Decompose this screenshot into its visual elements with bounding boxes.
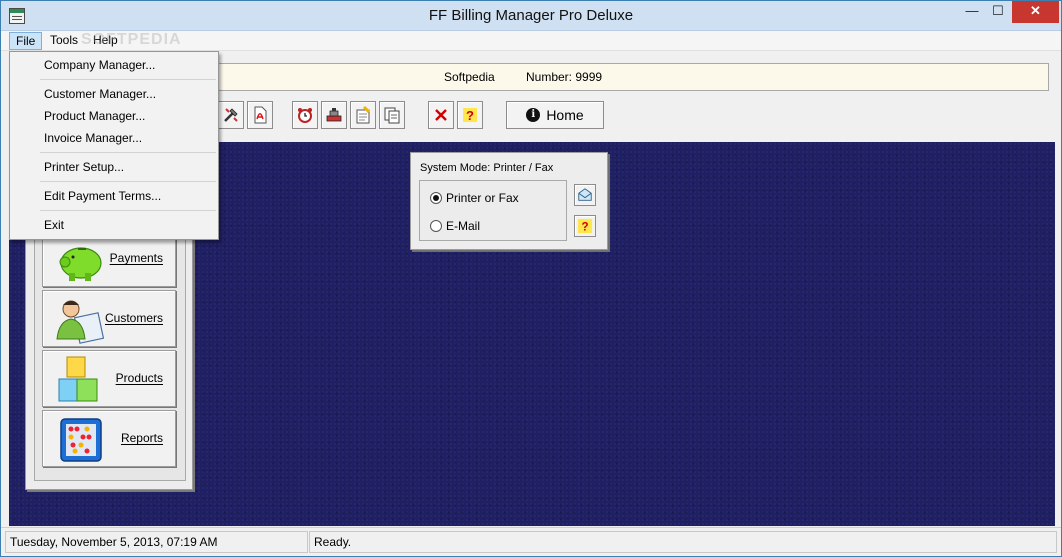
home-label: Home (546, 107, 584, 123)
reports-button[interactable]: Reports (42, 410, 176, 467)
menu-help[interactable]: Help (87, 32, 124, 50)
help-button[interactable]: ? (457, 101, 483, 129)
stamp-button[interactable] (321, 101, 347, 129)
file-menu-dropdown: Company Manager... Customer Manager... P… (9, 51, 219, 240)
customers-label: Customers (104, 311, 163, 325)
payments-label: Payments (109, 251, 163, 265)
window-title: FF Billing Manager Pro Deluxe (428, 7, 634, 24)
mode-option-printer-label: Printer or Fax (446, 191, 519, 205)
title-bar[interactable]: FF Billing Manager Pro Deluxe — ☐ ✕ (1, 1, 1061, 31)
invoice-number: Number: 9999 (526, 70, 603, 84)
alarm-clock-icon (298, 108, 312, 123)
system-mode-panel: System Mode: Printer / Fax Printer or Fa… (410, 152, 608, 250)
status-bar: Tuesday, November 5, 2013, 07:19 AM Read… (1, 527, 1061, 556)
tools-icon (224, 108, 238, 122)
menu-tools[interactable]: Tools (44, 32, 84, 50)
menu-separator (40, 79, 216, 80)
home-button[interactable]: i Home (506, 101, 604, 129)
pdf-icon (254, 106, 267, 124)
menu-item-product-manager[interactable]: Product Manager... (44, 109, 145, 123)
menu-separator (40, 210, 216, 211)
help-icon: ? (463, 108, 477, 123)
maximize-button[interactable]: ☐ (984, 1, 1012, 23)
mode-option-email[interactable]: E-Mail (430, 219, 480, 233)
delete-button[interactable] (428, 101, 454, 129)
products-boxes-icon (58, 356, 98, 402)
tools-button[interactable] (218, 101, 244, 129)
menu-item-printer-setup[interactable]: Printer Setup... (44, 160, 124, 174)
toolbar: ? i Home (213, 101, 633, 131)
menu-item-exit[interactable]: Exit (44, 218, 64, 232)
notes-icon (356, 106, 371, 124)
menu-separator (40, 152, 216, 153)
stamp-icon (326, 108, 342, 122)
mode-option-email-label: E-Mail (446, 219, 481, 233)
menu-file[interactable]: File (9, 32, 43, 50)
status-message: Ready. (309, 531, 1057, 553)
menu-bar: File Tools Help (1, 31, 1061, 51)
info-strip: Softpedia Number: 9999 (213, 63, 1049, 91)
svg-text:?: ? (466, 108, 474, 123)
menu-item-company-manager[interactable]: Company Manager... (44, 58, 155, 72)
system-mode-title: System Mode: Printer / Fax (420, 162, 554, 174)
system-mode-options: Printer or Fax E-Mail (419, 180, 567, 241)
mode-help-button[interactable]: ? (574, 215, 596, 237)
radio-printer[interactable] (430, 192, 442, 204)
piggy-bank-icon (59, 247, 102, 281)
reports-label: Reports (120, 431, 163, 445)
delete-icon (435, 109, 447, 121)
reminder-button[interactable] (292, 101, 318, 129)
app-window: FF Billing Manager Pro Deluxe — ☐ ✕ File… (0, 0, 1062, 557)
menu-item-customer-manager[interactable]: Customer Manager... (44, 87, 156, 101)
products-label: Products (115, 371, 163, 385)
copy-icon (384, 107, 400, 124)
envelope-icon (578, 188, 592, 201)
minimize-button[interactable]: — (958, 1, 986, 23)
close-button[interactable]: ✕ (1012, 1, 1059, 23)
mode-option-printer[interactable]: Printer or Fax (430, 191, 519, 205)
abacus-icon (60, 418, 102, 462)
menu-item-invoice-manager[interactable]: Invoice Manager... (44, 131, 142, 145)
customers-button[interactable]: Customers (42, 290, 176, 347)
email-mode-button[interactable] (574, 184, 596, 206)
mode-help-glyph: ? (581, 221, 588, 233)
radio-email[interactable] (430, 220, 442, 232)
menu-item-edit-payment-terms[interactable]: Edit Payment Terms... (44, 189, 161, 203)
products-button[interactable]: Products (42, 350, 176, 407)
status-datetime: Tuesday, November 5, 2013, 07:19 AM (5, 531, 308, 553)
info-icon: i (526, 108, 541, 122)
menu-separator (40, 181, 216, 182)
copy-button[interactable] (379, 101, 405, 129)
help-icon: ? (577, 218, 593, 233)
customer-icon (56, 300, 105, 344)
company-name: Softpedia (444, 70, 495, 84)
pdf-button[interactable] (247, 101, 273, 129)
notes-button[interactable] (350, 101, 376, 129)
